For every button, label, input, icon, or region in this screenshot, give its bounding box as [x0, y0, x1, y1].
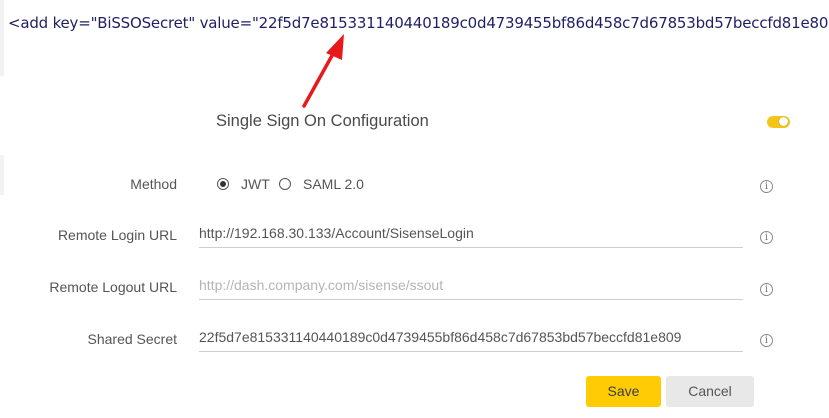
method-label: Method [130, 176, 177, 192]
remote-login-url-input[interactable]: http://192.168.30.133/Account/SisenseLog… [199, 223, 743, 248]
remote-login-info-icon[interactable]: i [760, 231, 773, 244]
shared-secret-label: Shared Secret [87, 331, 178, 347]
radio-saml-label[interactable]: SAML 2.0 [303, 176, 364, 192]
radio-saml[interactable] [279, 178, 291, 190]
config-xml-line: <add key="BiSSOSecret" value="22f5d7e815… [8, 14, 829, 32]
remote-logout-url-input[interactable]: http://dash.company.com/sisense/ssout [199, 275, 743, 300]
left-edge-strip-mid [0, 155, 4, 195]
sso-enabled-toggle[interactable] [767, 116, 790, 128]
method-info-icon[interactable]: i [760, 180, 773, 193]
cancel-button[interactable]: Cancel [666, 376, 754, 407]
radio-jwt-label[interactable]: JWT [241, 176, 270, 192]
remote-login-url-label: Remote Login URL [57, 227, 177, 243]
shared-secret-input[interactable]: 22f5d7e815331140440189c0d4739455bf86d458… [199, 327, 743, 352]
radio-jwt[interactable] [217, 178, 229, 190]
remote-logout-info-icon[interactable]: i [760, 283, 773, 296]
remote-logout-url-label: Remote Logout URL [49, 279, 177, 295]
panel-title: Single Sign On Configuration [216, 112, 429, 130]
left-edge-strip-top [0, 0, 4, 76]
save-button[interactable]: Save [586, 376, 661, 407]
radio-selected-dot [220, 181, 226, 187]
shared-secret-info-icon[interactable]: i [760, 334, 773, 347]
red-arrow-annotation [302, 34, 344, 108]
toggle-knob [779, 117, 788, 126]
